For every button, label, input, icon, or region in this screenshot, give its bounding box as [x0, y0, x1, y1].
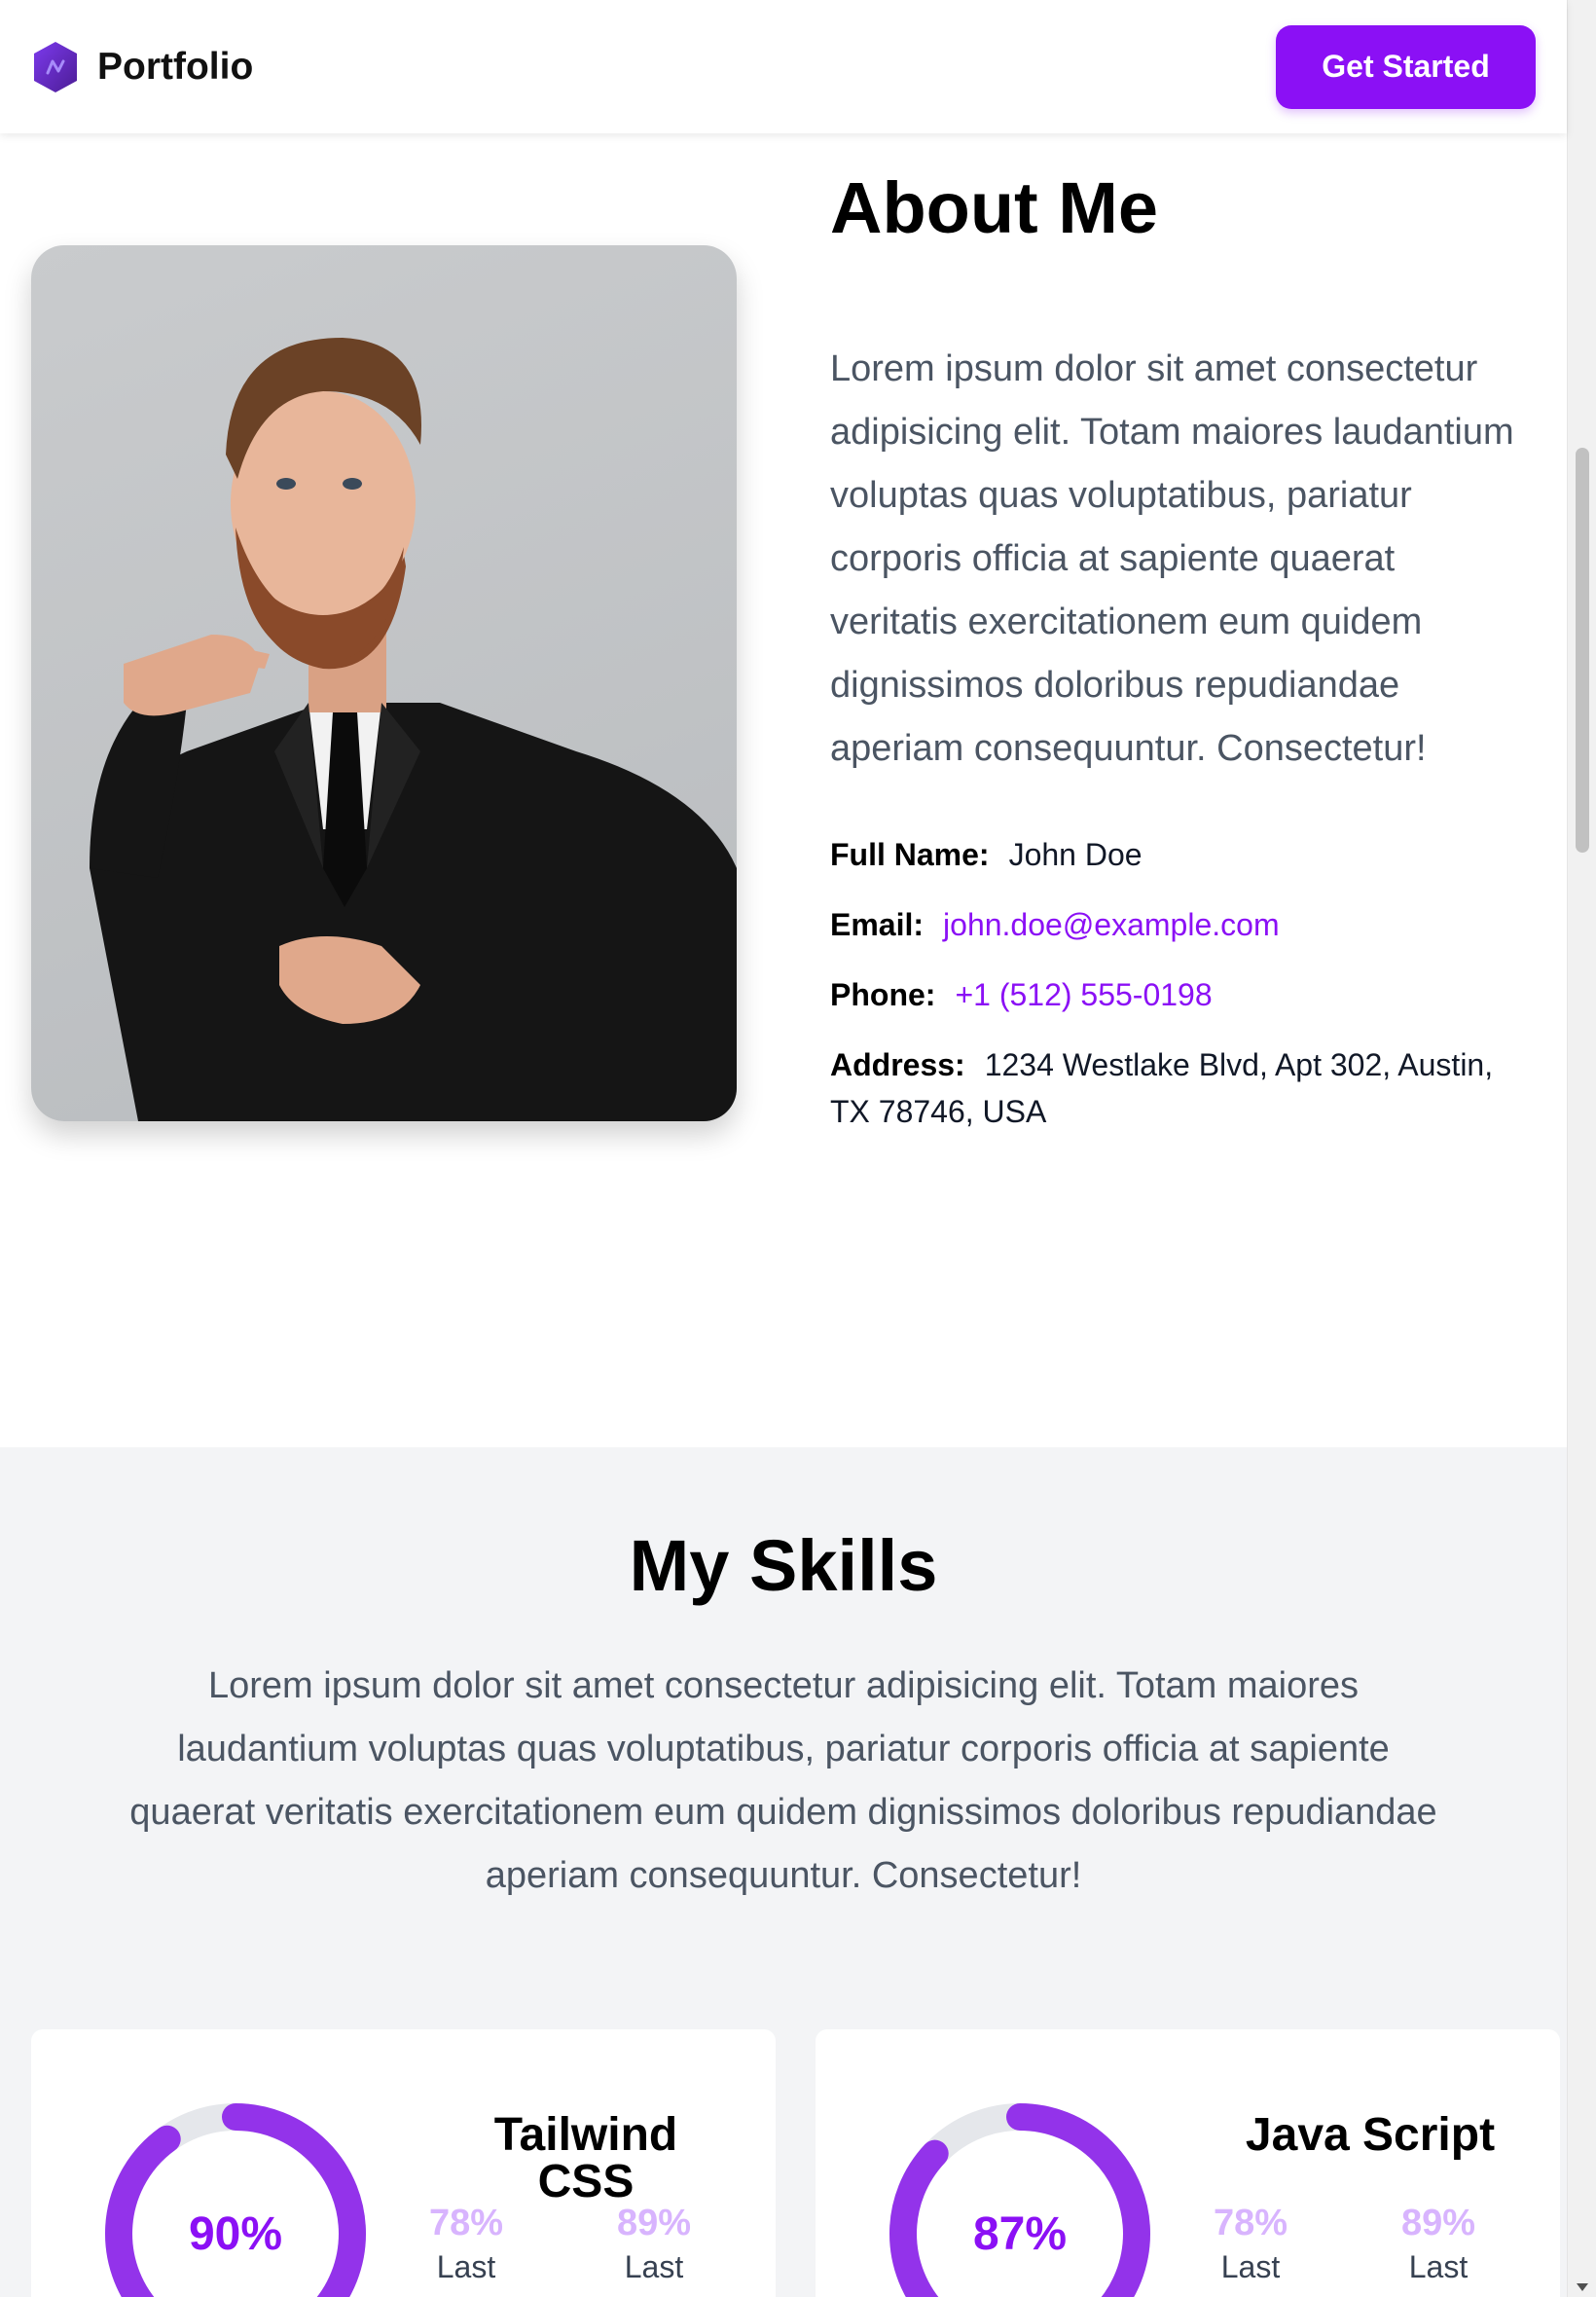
stat-caption: Last — [624, 2249, 684, 2284]
scrollbar-thumb[interactable] — [1576, 448, 1589, 853]
stat-percent: 89% — [616, 2203, 692, 2243]
address-row: Address: 1234 Westlake Blvd, Apt 302, Aus… — [830, 1041, 1531, 1135]
contact-info: Full Name: John Doe Email: john.doe@exampl… — [830, 831, 1531, 1135]
stat-percent: 78% — [428, 2203, 504, 2243]
vertical-scrollbar[interactable] — [1567, 0, 1596, 2297]
skill-card: 87% Java Script 78% Last 89% Last — [816, 2029, 1560, 2297]
phone-link[interactable]: +1 (512) 555-0198 — [955, 977, 1212, 1012]
scroll-down-arrow-icon[interactable] — [1577, 2283, 1588, 2291]
skill-stat: 89% Last — [596, 2205, 712, 2282]
skill-percent: 87% — [972, 2207, 1068, 2260]
progress-ring: 87% — [889, 2102, 1151, 2297]
full-name-value: John Doe — [1008, 837, 1143, 872]
stat-caption: Last — [1408, 2249, 1469, 2284]
get-started-button[interactable]: Get Started — [1276, 24, 1536, 109]
email-label: Email: — [830, 907, 925, 942]
brand[interactable]: Portfolio — [31, 40, 253, 94]
skill-name: Java Script — [1245, 2109, 1496, 2161]
phone-row: Phone: +1 (512) 555-0198 — [830, 971, 1531, 1018]
stat-percent: 78% — [1213, 2203, 1288, 2243]
stat-percent: 89% — [1400, 2203, 1476, 2243]
skills-section: My Skills Lorem ipsum dolor sit amet con… — [0, 1447, 1567, 2297]
skills-description: Lorem ipsum dolor sit amet consectetur a… — [129, 1665, 1437, 1896]
about-content: About Me Lorem ipsum dolor sit amet cons… — [830, 133, 1531, 1158]
full-name-label: Full Name: — [830, 837, 990, 872]
skill-stat: 89% Last — [1380, 2205, 1497, 2282]
profile-photo — [31, 245, 737, 1121]
man-in-suit-portrait-image — [90, 338, 737, 1121]
site-header: Portfolio Get Started — [0, 0, 1567, 133]
about-description: Lorem ipsum dolor sit amet consectetur a… — [830, 348, 1514, 769]
skill-name: Tailwind CSS — [493, 2109, 678, 2207]
address-label: Address: — [830, 1047, 965, 1082]
hexagon-logo-icon — [34, 41, 77, 92]
progress-ring: 90% — [104, 2102, 367, 2297]
skill-card: 90% Tailwind CSS 78% Last 89% Last — [31, 2029, 776, 2297]
about-section: About Me Lorem ipsum dolor sit amet cons… — [0, 133, 1567, 1447]
stat-caption: Last — [1220, 2249, 1281, 2284]
skill-stat: 78% Last — [1192, 2205, 1309, 2282]
email-row: Email: john.doe@example.com — [830, 901, 1531, 948]
skill-stat: 78% Last — [408, 2205, 525, 2282]
full-name-row: Full Name: John Doe — [830, 831, 1531, 878]
brand-name: Portfolio — [97, 45, 254, 88]
about-title: About Me — [830, 167, 1159, 248]
phone-label: Phone: — [830, 977, 936, 1012]
stat-caption: Last — [436, 2249, 496, 2284]
skills-title: My Skills — [629, 1525, 938, 1606]
skill-percent: 90% — [188, 2207, 283, 2260]
email-link[interactable]: john.doe@example.com — [943, 907, 1280, 942]
